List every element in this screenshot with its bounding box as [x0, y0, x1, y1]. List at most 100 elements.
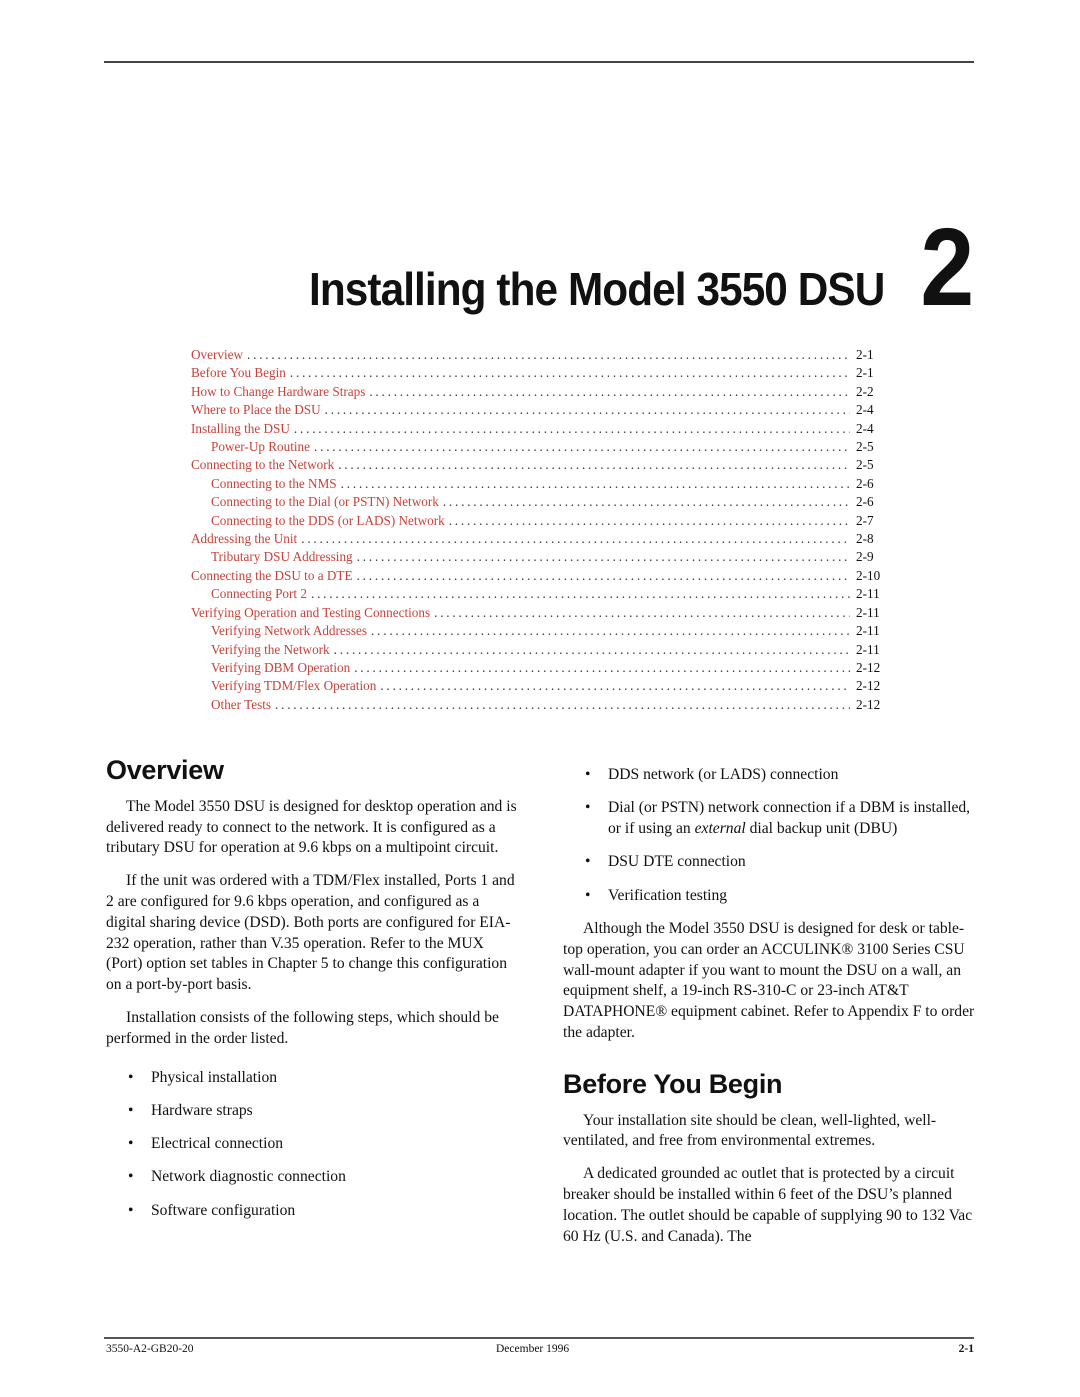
toc-entry-page: 2-2 [856, 383, 874, 399]
toc-entry-label[interactable]: Before You Begin [191, 364, 286, 382]
toc-entry-page: 2-11 [856, 641, 880, 657]
chapter-number: 2 [920, 206, 974, 329]
toc-leader-dots [434, 604, 850, 622]
toc-leader-dots [275, 696, 850, 714]
header-rule [104, 61, 974, 63]
toc-entry[interactable]: Verifying Operation and Testing Connecti… [191, 604, 886, 622]
toc-entry-label[interactable]: Connecting Port 2 [191, 585, 307, 603]
toc-entry[interactable]: Connecting the DSU to a DTE 2-10 [191, 567, 886, 585]
overview-paragraph: The Model 3550 DSU is designed for deskt… [106, 797, 517, 857]
toc-entry-label[interactable]: Verifying the Network [191, 641, 330, 659]
footer-date: December 1996 [496, 1343, 570, 1355]
toc-entry-label[interactable]: How to Change Hardware Straps [191, 383, 365, 401]
overview-paragraph: Although the Model 3550 DSU is designed … [563, 919, 975, 1041]
toc-entry-label[interactable]: Where to Place the DSU [191, 401, 321, 419]
toc-entry-page: 2-12 [856, 659, 881, 675]
toc-leader-dots [369, 383, 850, 401]
bullet-icon: • [585, 853, 591, 871]
chapter-title: Installing the Model 3550 DSU 2 [0, 206, 974, 329]
toc-entry-label[interactable]: Verifying DBM Operation [191, 659, 350, 677]
installation-steps-list: • Physical installation • Hardware straps … [106, 1068, 521, 1222]
bullet-icon: • [585, 766, 591, 783]
toc-entry[interactable]: Connecting to the NMS 2-6 [191, 475, 886, 493]
before-you-begin-paragraph: Your installation site should be clean, … [563, 1111, 937, 1150]
overview-paragraph: Installation consists of the following s… [106, 1008, 499, 1047]
toc-leader-dots [380, 677, 850, 695]
toc-entry-page: 2-5 [856, 439, 874, 455]
toc-leader-dots [371, 622, 850, 640]
toc-entry-page: 2-11 [856, 604, 880, 620]
toc-entry-page: 2-12 [856, 678, 881, 694]
toc-entry-label[interactable]: Connecting to the Network [191, 456, 334, 474]
toc-entry[interactable]: Verifying DBM Operation 2-12 [191, 659, 886, 677]
toc-leader-dots [357, 567, 850, 585]
list-item: • Verification testing [563, 886, 978, 907]
footer-doc-number: 3550-A2-GB20-20 [106, 1343, 194, 1355]
toc-entry-label[interactable]: Addressing the Unit [191, 530, 297, 548]
overview-heading: Overview [106, 755, 224, 785]
toc-entry-page: 2-11 [856, 623, 880, 639]
bullet-icon: • [128, 1068, 134, 1086]
toc-entry-label[interactable]: Other Tests [191, 696, 271, 714]
left-column: Overview The Model 3550 DSU is designed … [106, 755, 521, 1234]
toc-leader-dots [449, 512, 850, 530]
toc-entry-page: 2-5 [856, 457, 874, 473]
toc-leader-dots [294, 420, 850, 438]
toc-entry[interactable]: How to Change Hardware Straps 2-2 [191, 383, 886, 401]
toc-entry[interactable]: Addressing the Unit 2-8 [191, 530, 886, 548]
toc-entry[interactable]: Power-Up Routine 2-5 [191, 438, 886, 456]
footer-rule [104, 1337, 974, 1339]
toc-leader-dots [443, 493, 850, 511]
list-item: • Hardware straps [106, 1101, 521, 1122]
toc-entry-label[interactable]: Verifying Network Addresses [191, 622, 367, 640]
table-of-contents: Overview 2-1 Before You Begin 2-1 How to Cha… [191, 346, 886, 714]
toc-entry[interactable]: Installing the DSU 2-4 [191, 420, 886, 438]
toc-entry[interactable]: Verifying the Network 2-11 [191, 641, 886, 659]
toc-entry-label[interactable]: Connecting to the Dial (or PSTN) Network [191, 493, 439, 511]
toc-entry[interactable]: Other Tests 2-12 [191, 696, 886, 714]
toc-entry-label[interactable]: Overview [191, 346, 243, 364]
toc-entry-page: 2-10 [856, 567, 881, 583]
toc-entry-label[interactable]: Connecting to the NMS [191, 475, 337, 493]
toc-entry-page: 2-9 [856, 549, 874, 565]
toc-leader-dots [338, 456, 850, 474]
toc-entry-page: 2-8 [856, 531, 874, 547]
toc-entry[interactable]: Verifying TDM/Flex Operation 2-12 [191, 677, 886, 695]
toc-entry-page: 2-1 [856, 347, 874, 362]
list-item: • DDS network (or LADS) connection [563, 765, 978, 786]
toc-entry[interactable]: Before You Begin 2-1 [191, 364, 886, 382]
list-item: • Physical installation [106, 1068, 521, 1089]
toc-entry[interactable]: Connecting to the DDS (or LADS) Network 2… [191, 512, 886, 530]
bullet-icon: • [585, 799, 591, 817]
toc-entry[interactable]: Tributary DSU Addressing 2-9 [191, 548, 886, 566]
bullet-icon: • [128, 1168, 134, 1186]
toc-entry-label[interactable]: Verifying TDM/Flex Operation [191, 677, 376, 695]
toc-entry-label[interactable]: Connecting to the DDS (or LADS) Network [191, 512, 445, 530]
toc-entry-label[interactable]: Tributary DSU Addressing [191, 548, 353, 566]
toc-entry-label[interactable]: Connecting the DSU to a DTE [191, 567, 353, 585]
toc-entry-page: 2-7 [856, 512, 874, 528]
toc-entry[interactable]: Connecting to the Dial (or PSTN) Network… [191, 493, 886, 511]
toc-entry-page: 2-11 [856, 586, 880, 602]
toc-entry[interactable]: Verifying Network Addresses 2-11 [191, 622, 886, 640]
bullet-icon: • [128, 1101, 134, 1119]
toc-leader-dots [314, 438, 850, 456]
toc-entry[interactable]: Where to Place the DSU 2-4 [191, 401, 886, 419]
list-item: • Network diagnostic connection [106, 1167, 521, 1188]
before-you-begin-paragraph: A dedicated grounded ac outlet that is p… [563, 1165, 973, 1245]
bullet-icon: • [128, 1201, 134, 1219]
toc-entry-label[interactable]: Verifying Operation and Testing Connecti… [191, 604, 430, 622]
toc-entry-page: 2-4 [856, 420, 874, 436]
toc-entry[interactable]: Connecting Port 2 2-11 [191, 585, 886, 603]
toc-entry-label[interactable]: Power-Up Routine [191, 438, 310, 456]
toc-entry[interactable]: Connecting to the Network 2-5 [191, 456, 886, 474]
toc-entry-page: 2-1 [856, 365, 874, 381]
toc-leader-dots [325, 401, 850, 419]
list-item: • Dial (or PSTN) network connection if a … [585, 799, 971, 838]
toc-leader-dots [247, 346, 850, 364]
bullet-icon: • [585, 886, 591, 904]
right-column: • DDS network (or LADS) connection • Dial … [563, 765, 978, 1259]
overview-paragraph: If the unit was ordered with a TDM/Flex … [106, 872, 515, 994]
toc-entry[interactable]: Overview 2-1 [191, 346, 886, 364]
toc-entry-label[interactable]: Installing the DSU [191, 420, 290, 438]
